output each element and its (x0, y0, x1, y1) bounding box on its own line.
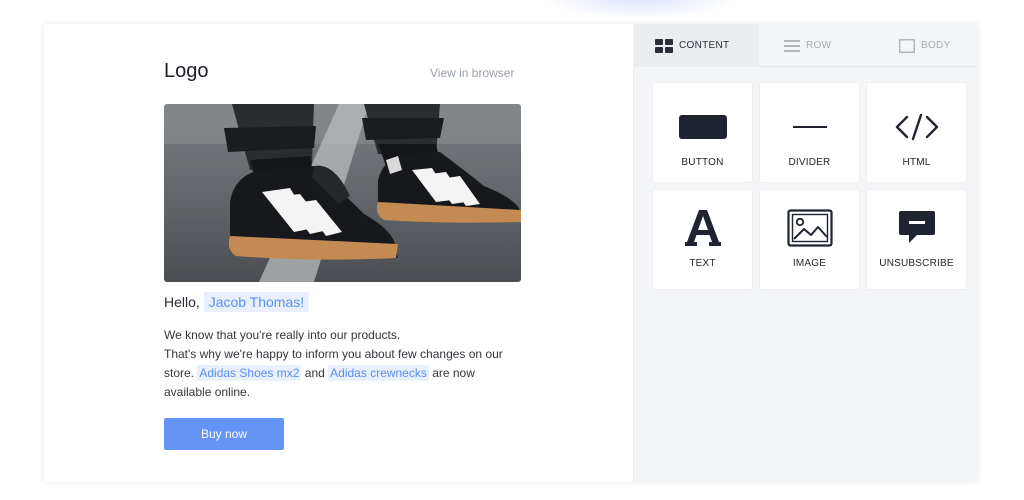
code-icon (895, 113, 938, 141)
block-html[interactable]: HTML (866, 82, 967, 183)
block-divider-label: DIVIDER (788, 157, 831, 168)
block-button-label: BUTTON (681, 157, 724, 168)
recipient-name-merge-tag[interactable]: Jacob Thomas! (203, 292, 310, 312)
body-line-2: That's why we're happy to inform you abo… (164, 347, 503, 361)
body-line-3: store. Adidas Shoes mx2 and Adidas crewn… (164, 364, 524, 383)
block-html-label: HTML (902, 157, 931, 168)
product-link-crewnecks[interactable]: Adidas crewnecks (328, 365, 429, 381)
image-icon (786, 209, 833, 247)
email-logo: Logo (164, 60, 209, 82)
block-image-label: IMAGE (792, 258, 827, 269)
background-glow (540, 0, 740, 20)
square-icon (899, 38, 915, 53)
rows-icon (784, 39, 800, 52)
content-panel: CONTENT ROW BODY BUTTON DIVIDER HTML TEX… (633, 24, 978, 482)
chat-bubble-icon (898, 211, 935, 243)
email-editor: Logo View in browser Hello, Jacob Thomas… (44, 24, 978, 482)
sneakers-photo (164, 104, 521, 282)
email-body-text[interactable]: We know that you're really into our prod… (164, 326, 524, 402)
block-image[interactable]: IMAGE (759, 189, 860, 290)
hero-image-sneakers[interactable] (164, 104, 521, 282)
greeting-line: Hello, Jacob Thomas! (164, 292, 310, 312)
divider-icon (792, 126, 827, 128)
block-text[interactable]: TEXT (652, 189, 753, 290)
line3-prefix: store. (164, 366, 195, 380)
tab-row[interactable]: ROW (784, 24, 884, 67)
product-link-shoes[interactable]: Adidas Shoes mx2 (197, 365, 302, 381)
greeting-prefix: Hello, (164, 294, 200, 310)
body-line-1: We know that you're really into our prod… (164, 328, 401, 342)
and-word: and (304, 366, 325, 380)
tab-content-label: CONTENT (679, 40, 730, 51)
text-a-icon (684, 210, 721, 246)
tab-content[interactable]: CONTENT (634, 24, 759, 67)
block-unsubscribe[interactable]: UNSUBSCRIBE (866, 189, 967, 290)
grid-icon (655, 38, 673, 53)
body-line-4: available online. (164, 385, 251, 399)
tab-row-label: ROW (806, 40, 832, 51)
panel-tabs: CONTENT ROW BODY (634, 24, 978, 67)
buy-now-button[interactable]: Buy now (164, 418, 284, 450)
button-block-icon (678, 115, 727, 139)
view-in-browser-link[interactable]: View in browser (430, 66, 514, 80)
block-divider[interactable]: DIVIDER (759, 82, 860, 183)
block-text-label: TEXT (689, 258, 716, 269)
line3-suffix: are now (432, 366, 475, 380)
tab-body[interactable]: BODY (899, 24, 978, 67)
tab-body-label: BODY (921, 40, 951, 51)
block-unsubscribe-label: UNSUBSCRIBE (879, 258, 954, 269)
block-button[interactable]: BUTTON (652, 82, 753, 183)
email-preview: Logo View in browser Hello, Jacob Thomas… (44, 24, 633, 482)
